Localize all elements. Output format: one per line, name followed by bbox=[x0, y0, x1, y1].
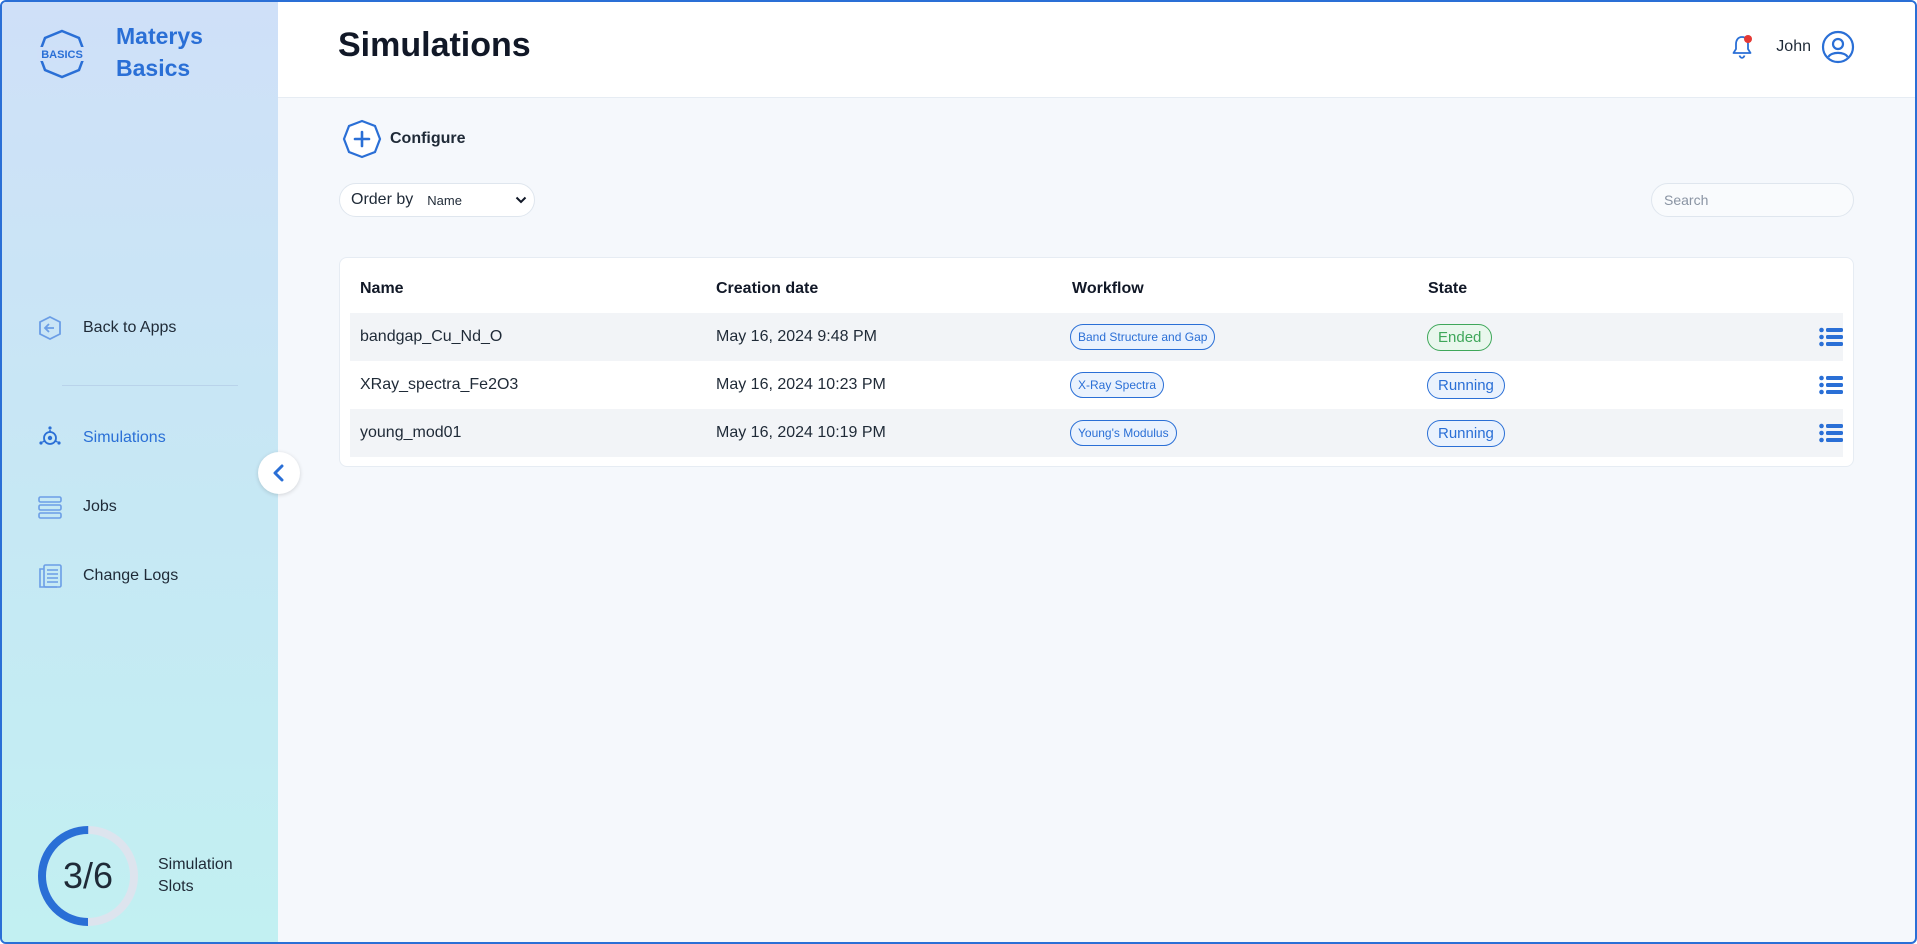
app-window: BASICS Materys Basics Back to Apps Simul… bbox=[0, 0, 1917, 944]
notification-bell-icon[interactable] bbox=[1730, 34, 1754, 60]
configure-button[interactable]: Configure bbox=[342, 119, 466, 159]
user-name: John bbox=[1776, 38, 1811, 55]
workflow-chip[interactable]: X-Ray Spectra bbox=[1070, 372, 1165, 398]
list-menu-icon[interactable] bbox=[1819, 327, 1843, 347]
chevron-down-icon bbox=[516, 196, 527, 204]
table-header: Name Creation date Workflow State bbox=[360, 280, 1840, 300]
jobs-icon bbox=[36, 493, 64, 521]
simulations-icon bbox=[36, 424, 64, 452]
sidebar-item-label: Back to Apps bbox=[83, 319, 177, 336]
row-date: May 16, 2024 10:19 PM bbox=[716, 424, 886, 441]
row-name: bandgap_Cu_Nd_O bbox=[360, 328, 503, 345]
column-header-workflow[interactable]: Workflow bbox=[1072, 280, 1144, 298]
table-row[interactable]: bandgap_Cu_Nd_O May 16, 2024 9:48 PM Ban… bbox=[350, 313, 1843, 361]
status-badge: Running bbox=[1427, 419, 1505, 447]
user-area: John bbox=[1730, 30, 1855, 64]
row-name: XRay_spectra_Fe2O3 bbox=[360, 376, 519, 393]
sidebar: BASICS Materys Basics Back to Apps Simul… bbox=[2, 2, 278, 942]
slots-progress-ring: 3/6 bbox=[36, 824, 140, 928]
brand-name: Materys Basics bbox=[116, 20, 203, 84]
list-menu-icon[interactable] bbox=[1819, 423, 1843, 443]
row-date: May 16, 2024 9:48 PM bbox=[716, 328, 877, 345]
status-badge: Ended bbox=[1427, 323, 1493, 351]
sidebar-item-back-to-apps[interactable]: Back to Apps bbox=[36, 310, 176, 346]
list-menu-icon[interactable] bbox=[1819, 375, 1843, 395]
change-logs-icon bbox=[36, 562, 64, 590]
sidebar-item-change-logs[interactable]: Change Logs bbox=[36, 558, 178, 594]
page-title: Simulations bbox=[338, 26, 531, 64]
basics-logo-icon: BASICS bbox=[37, 29, 87, 79]
brand: BASICS Materys Basics bbox=[36, 20, 203, 84]
column-header-creation-date[interactable]: Creation date bbox=[716, 280, 818, 298]
table-row[interactable]: XRay_spectra_Fe2O3 May 16, 2024 10:23 PM… bbox=[350, 361, 1843, 409]
slots-label: Simulation Slots bbox=[158, 856, 233, 895]
order-by-label: Order by bbox=[351, 191, 414, 208]
row-date: May 16, 2024 10:23 PM bbox=[716, 376, 886, 393]
brand-name-line1: Materys bbox=[116, 23, 203, 49]
configure-label: Configure bbox=[390, 130, 466, 147]
sidebar-item-label: Change Logs bbox=[83, 567, 179, 584]
sidebar-divider bbox=[62, 385, 238, 386]
sidebar-item-jobs[interactable]: Jobs bbox=[36, 489, 117, 525]
column-header-name[interactable]: Name bbox=[360, 280, 404, 298]
collapse-sidebar-button[interactable] bbox=[258, 452, 300, 494]
back-arrow-icon bbox=[36, 314, 64, 342]
brand-name-line2: Basics bbox=[116, 55, 191, 81]
row-name: young_mod01 bbox=[360, 424, 462, 441]
sidebar-item-label: Simulations bbox=[83, 429, 166, 446]
simulations-table: Name Creation date Workflow State bandga… bbox=[339, 257, 1854, 467]
slots-count: 3/6 bbox=[62, 855, 114, 896]
status-badge: Running bbox=[1427, 371, 1505, 399]
order-by-select[interactable]: Name bbox=[427, 193, 527, 208]
add-octagon-icon bbox=[342, 119, 382, 159]
simulation-slots: 3/6 Simulation Slots bbox=[36, 824, 248, 928]
sidebar-item-simulations[interactable]: Simulations bbox=[36, 420, 166, 456]
sidebar-item-label: Jobs bbox=[83, 498, 117, 515]
order-by-control: Order by Name bbox=[339, 183, 535, 217]
user-avatar-icon[interactable] bbox=[1821, 30, 1855, 64]
order-by-value: Name bbox=[427, 192, 462, 208]
top-header: Simulations John bbox=[278, 2, 1915, 98]
column-header-state[interactable]: State bbox=[1428, 280, 1467, 298]
logo-text: BASICS bbox=[41, 49, 83, 61]
table-row[interactable]: young_mod01 May 16, 2024 10:19 PM Young'… bbox=[350, 409, 1843, 457]
workflow-chip[interactable]: Young's Modulus bbox=[1070, 420, 1177, 446]
chevron-left-icon bbox=[273, 464, 284, 482]
workflow-chip[interactable]: Band Structure and Gap bbox=[1070, 324, 1216, 350]
search-input[interactable] bbox=[1651, 183, 1854, 217]
